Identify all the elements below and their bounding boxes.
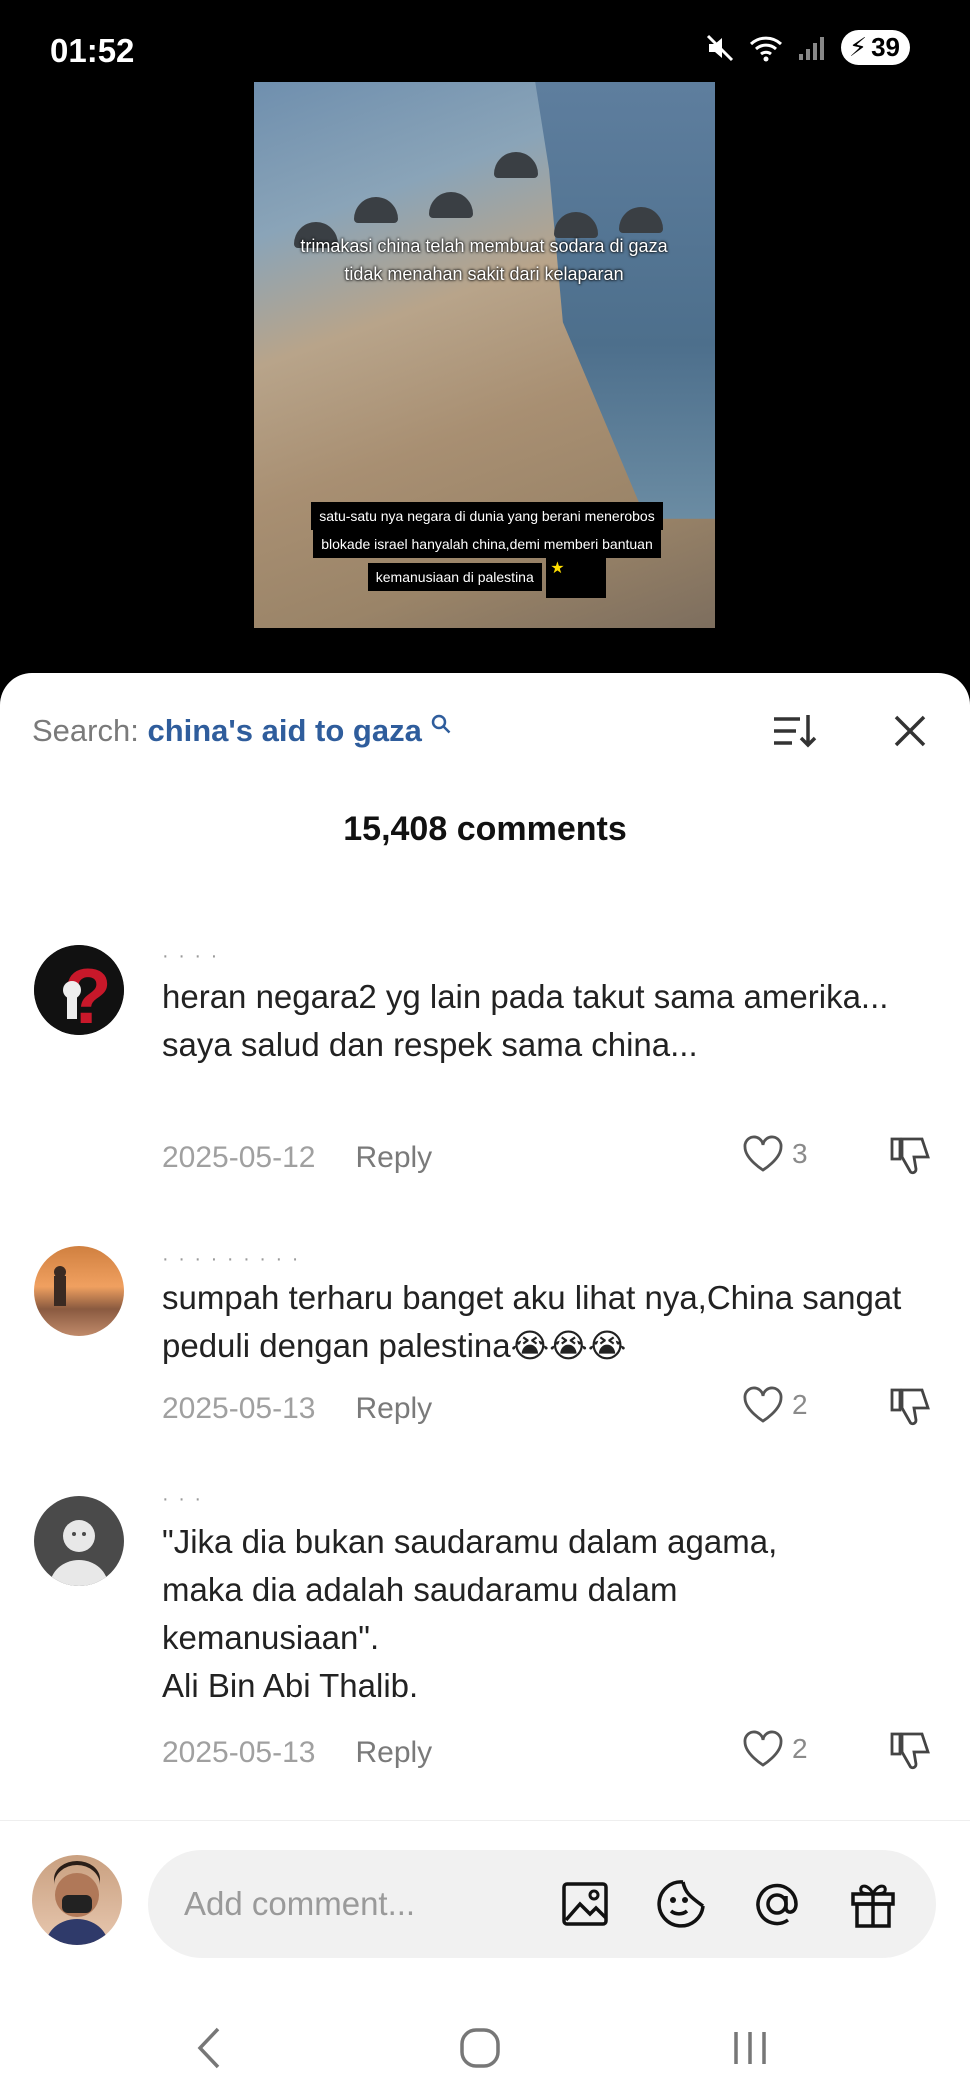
like-count: 3	[792, 1138, 808, 1169]
avatar[interactable]: ?	[34, 945, 124, 1035]
heart-icon	[743, 1730, 783, 1767]
image-icon[interactable]	[558, 1877, 612, 1931]
wifi-icon	[749, 36, 782, 61]
parachute-icon	[429, 192, 473, 218]
status-time: 01:52	[50, 32, 135, 69]
comment-line: maka dia adalah saudaramu dalam	[162, 1571, 678, 1608]
status-icons: ⚡ 39	[705, 30, 910, 65]
comments-sheet: Search: china's aid to gaza 15,408 comme…	[0, 673, 970, 2097]
video-preview[interactable]: trimakasi china telah membuat sodara di …	[254, 82, 715, 628]
comment-input-box	[148, 1850, 936, 1958]
battery-level: 39	[871, 32, 900, 62]
like-count: 2	[792, 1389, 808, 1420]
username[interactable]: · · · ·	[162, 945, 219, 968]
mention-icon[interactable]	[750, 1877, 804, 1931]
video-sea	[535, 82, 715, 519]
gift-icon[interactable]	[846, 1877, 900, 1931]
comment-text: "Jika dia bukan saudaramu dalam agama, m…	[162, 1518, 932, 1710]
sort-icon[interactable]	[772, 711, 818, 751]
heart-icon	[743, 1386, 783, 1423]
like-button[interactable]: 3	[742, 1135, 808, 1173]
dislike-icon[interactable]	[888, 1730, 932, 1772]
reply-button[interactable]: Reply	[355, 1141, 432, 1174]
comments-count: 15,408 comments	[343, 810, 627, 848]
dislike-icon[interactable]	[888, 1135, 932, 1177]
search-query[interactable]: china's aid to gaza	[147, 713, 421, 748]
signal-icon	[798, 36, 824, 60]
reply-button[interactable]: Reply	[355, 1392, 432, 1425]
like-button[interactable]: 2	[742, 1386, 808, 1424]
battery-indicator: ⚡ 39	[840, 30, 910, 65]
heart-icon	[743, 1135, 783, 1172]
comment-date: 2025-05-12	[162, 1141, 316, 1174]
back-icon[interactable]	[170, 2013, 250, 2083]
mute-icon	[706, 34, 733, 61]
parachute-icon	[354, 197, 398, 223]
divider	[0, 1820, 970, 1821]
recents-icon[interactable]	[710, 2013, 790, 2083]
comment-meta: 2025-05-12 Reply	[162, 1141, 432, 1175]
search-icon[interactable]	[430, 713, 452, 735]
comment-input[interactable]	[182, 1878, 526, 1930]
my-avatar[interactable]	[32, 1855, 122, 1945]
default-avatar-icon	[50, 1520, 108, 1586]
comment-date: 2025-05-13	[162, 1736, 316, 1769]
system-nav-bar	[0, 2003, 970, 2097]
china-flag-icon	[546, 558, 607, 598]
battery-icon: ⚡	[848, 32, 868, 62]
search-link[interactable]: Search: china's aid to gaza	[32, 713, 452, 749]
comment-line: kemanusiaan".	[162, 1619, 380, 1656]
caption-line: kemanusiaan di palestina	[367, 563, 542, 592]
parachute-icon	[494, 152, 538, 178]
video-caption-bottom: satu-satu nya negara di dunia yang beran…	[282, 502, 692, 598]
like-button[interactable]: 2	[742, 1730, 808, 1768]
comment-composer	[0, 1828, 970, 1958]
avatar[interactable]	[34, 1246, 124, 1336]
comment-text: heran negara2 yg lain pada takut sama am…	[162, 978, 889, 1063]
comment-meta: 2025-05-13 Reply	[162, 1392, 432, 1426]
person-beach-avatar-icon	[54, 1266, 66, 1306]
username[interactable]: · · ·	[162, 1488, 203, 1511]
caption-line: satu-satu nya negara di dunia yang beran…	[311, 502, 663, 530]
emoji-sticker-icon[interactable]	[654, 1877, 708, 1931]
caption-line: blokade israel hanyalah china,demi membe…	[313, 530, 661, 558]
close-icon[interactable]	[890, 711, 930, 751]
comment-meta: 2025-05-13 Reply	[162, 1736, 432, 1770]
comment-date: 2025-05-13	[162, 1392, 316, 1425]
video-caption-top: trimakasi china telah membuat sodara di …	[300, 236, 668, 284]
reply-button[interactable]: Reply	[355, 1736, 432, 1769]
search-label: Search:	[32, 713, 148, 748]
question-mark-avatar-icon: ?	[34, 945, 124, 1035]
avatar[interactable]	[34, 1496, 124, 1586]
comment-line: "Jika dia bukan saudaramu dalam agama,	[162, 1523, 778, 1560]
comment-text: sumpah terharu banget aku lihat nya,Chin…	[162, 1279, 902, 1364]
like-count: 2	[792, 1733, 808, 1764]
dislike-icon[interactable]	[888, 1386, 932, 1428]
home-icon[interactable]	[440, 2013, 520, 2083]
comment-line: Ali Bin Abi Thalib.	[162, 1667, 419, 1704]
username[interactable]: · · · · · · · · ·	[162, 1248, 300, 1271]
masked-person-avatar-icon	[46, 1861, 108, 1945]
